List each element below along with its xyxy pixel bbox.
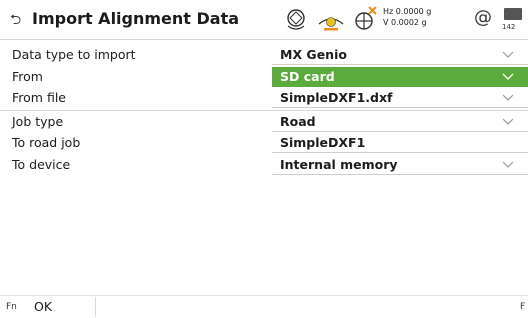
prism-status-icon[interactable] [316, 4, 346, 36]
chevron-down-icon [502, 73, 514, 80]
softkey-bar: Fn OK F [0, 295, 528, 318]
at-symbol-icon[interactable]: @ [474, 7, 492, 28]
chevron-down-icon [502, 51, 514, 58]
row-from: From SD card [0, 66, 528, 88]
row-data-type: Data type to import MX Genio [0, 44, 528, 66]
to-road-job-input[interactable]: SimpleDXF1 [272, 133, 528, 153]
title-bar: ⮌ Import Alignment Data Hz 0.0000 g V 0.… [0, 0, 528, 40]
battery-icon[interactable]: 142 [500, 4, 528, 36]
import-form: Data type to import MX Genio From SD car… [0, 44, 528, 175]
fn-key[interactable]: Fn [6, 302, 17, 312]
ok-button[interactable]: OK [28, 297, 96, 317]
chevron-down-icon [502, 94, 514, 101]
angle-readout: Hz 0.0000 g V 0.0002 g [383, 6, 453, 28]
to-device-dropdown[interactable]: Internal memory [272, 155, 528, 175]
back-icon[interactable]: ⮌ [10, 11, 26, 29]
to-device-value: Internal memory [280, 156, 398, 172]
v-reading: V 0.0002 g [383, 18, 427, 27]
to-road-job-label: To road job [12, 135, 81, 150]
battery-label: 142 [502, 23, 516, 31]
chevron-down-icon [502, 118, 514, 125]
job-type-value: Road [280, 113, 316, 129]
data-type-dropdown[interactable]: MX Genio [272, 45, 528, 65]
data-type-value: MX Genio [280, 47, 347, 62]
from-label: From [12, 68, 43, 84]
row-from-file: From file SimpleDXF1.dxf [0, 87, 528, 109]
page-title: Import Alignment Data [32, 9, 240, 28]
row-job-type: Job type Road [0, 111, 528, 133]
row-to-road-job: To road job SimpleDXF1 [0, 132, 528, 154]
hz-reading: Hz 0.0000 g [383, 7, 432, 16]
battery-body [504, 8, 522, 20]
to-device-label: To device [12, 156, 71, 172]
from-file-value: SimpleDXF1.dxf [280, 90, 393, 105]
from-value: SD card [280, 68, 335, 84]
gnss-status-icon[interactable] [284, 4, 308, 36]
target-icon[interactable] [352, 4, 378, 36]
from-file-dropdown[interactable]: SimpleDXF1.dxf [272, 88, 528, 108]
row-to-device: To device Internal memory [0, 154, 528, 176]
from-file-label: From file [12, 90, 66, 105]
to-road-job-value: SimpleDXF1 [280, 135, 366, 150]
data-type-label: Data type to import [12, 47, 136, 62]
f-key-right[interactable]: F [520, 302, 525, 312]
from-dropdown[interactable]: SD card [272, 66, 528, 87]
job-type-dropdown[interactable]: Road [272, 112, 528, 132]
chevron-down-icon [502, 161, 514, 168]
job-type-label: Job type [12, 113, 64, 129]
